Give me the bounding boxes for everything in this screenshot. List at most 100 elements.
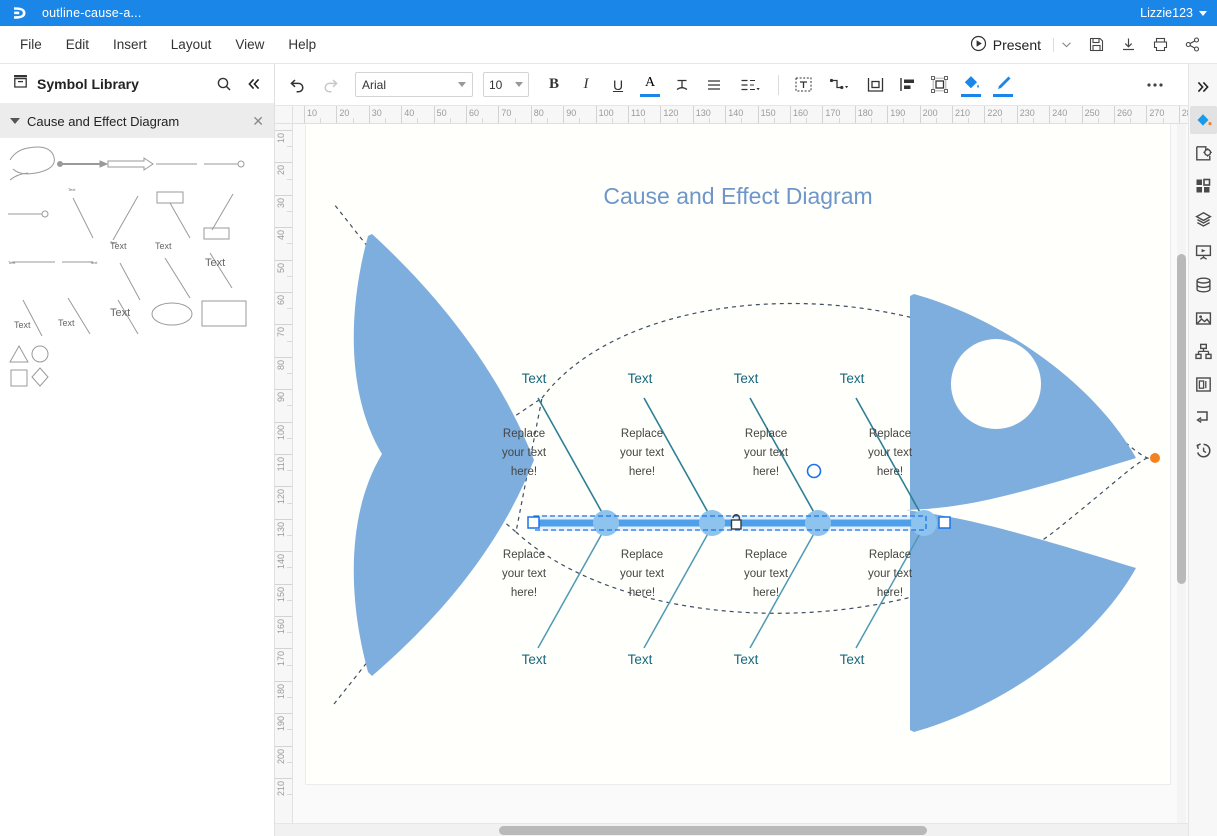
double-chevron-right-icon[interactable]	[1190, 73, 1217, 101]
grid-apps-icon[interactable]	[1190, 172, 1217, 200]
history-icon[interactable]	[1190, 436, 1217, 464]
font-family-select[interactable]: Arial	[355, 72, 473, 97]
lower-cause-3-line2[interactable]: your text	[744, 568, 789, 580]
upper-cause-1-line1[interactable]: Replace	[503, 428, 545, 440]
text-strikethrough-icon[interactable]	[667, 70, 697, 100]
lower-bone-label-4[interactable]: Text	[840, 652, 865, 667]
vertical-scroll-thumb[interactable]	[1177, 254, 1186, 584]
underline-button[interactable]: U	[603, 70, 633, 100]
more-horizontal-icon[interactable]	[1140, 70, 1170, 100]
font-size-select[interactable]: 10	[483, 72, 529, 97]
presentation-icon[interactable]	[1190, 238, 1217, 266]
align-icon[interactable]	[699, 70, 729, 100]
database-icon[interactable]	[1190, 271, 1217, 299]
menu-item-edit[interactable]: Edit	[54, 32, 101, 57]
menu-item-file[interactable]: File	[8, 32, 54, 57]
spine-joint-2[interactable]	[699, 510, 725, 536]
lower-cause-2-line3[interactable]: here!	[629, 587, 655, 599]
upper-cause-3-line1[interactable]: Replace	[745, 428, 787, 440]
upper-bone-label-4[interactable]: Text	[840, 371, 865, 386]
upper-cause-3-line2[interactable]: your text	[744, 447, 789, 459]
resize-handle-orange[interactable]	[1150, 453, 1160, 463]
share-icon[interactable]	[1177, 31, 1207, 59]
upper-cause-4-line3[interactable]: here!	[877, 466, 903, 478]
user-name[interactable]: Lizzie123	[1140, 6, 1193, 20]
upper-cause-3-line3[interactable]: here!	[753, 466, 779, 478]
lower-bone-label-1[interactable]: Text	[522, 652, 547, 667]
upper-cause-2-line1[interactable]: Replace	[621, 428, 663, 440]
anchor-point-circle[interactable]	[808, 465, 821, 478]
upper-bone-line-1[interactable]	[538, 398, 604, 516]
upper-bone-label-1[interactable]: Text	[522, 371, 547, 386]
upper-cause-1-line2[interactable]: your text	[502, 447, 547, 459]
diagram-page[interactable]: Cause and Effect Diagram	[306, 124, 1170, 784]
save-icon[interactable]	[1081, 31, 1111, 59]
align-objects-icon[interactable]	[892, 70, 922, 100]
canvas-area[interactable]: Cause and Effect Diagram	[293, 124, 1188, 823]
close-icon[interactable]: ✕	[252, 113, 264, 130]
spine-handle-left[interactable]	[528, 517, 539, 528]
library-shapes-grid[interactable]: Text Text Text Text Text Text Text Text …	[0, 138, 274, 836]
group-icon[interactable]	[924, 70, 954, 100]
line-spacing-icon[interactable]	[731, 70, 769, 100]
lower-cause-3-line3[interactable]: here!	[753, 587, 779, 599]
menu-item-insert[interactable]: Insert	[101, 32, 159, 57]
font-color-button[interactable]: A	[635, 70, 665, 100]
upper-cause-4-line2[interactable]: your text	[868, 447, 913, 459]
upper-cause-2-line2[interactable]: your text	[620, 447, 665, 459]
bold-button[interactable]: B	[539, 70, 569, 100]
line-pen-icon[interactable]	[988, 70, 1018, 100]
fill-style-icon[interactable]	[1190, 106, 1217, 134]
caret-down-icon[interactable]	[1199, 11, 1207, 16]
spine-joint-1[interactable]	[593, 510, 619, 536]
lower-cause-1-line2[interactable]: your text	[502, 568, 547, 580]
diagram-title[interactable]: Cause and Effect Diagram	[603, 183, 872, 209]
connector-icon[interactable]	[820, 70, 858, 100]
lower-cause-2-line2[interactable]: your text	[620, 568, 665, 580]
menu-item-layout[interactable]: Layout	[159, 32, 224, 57]
upper-cause-1-line3[interactable]: here!	[511, 466, 537, 478]
spine-handle-right[interactable]	[939, 517, 950, 528]
lower-cause-4-line1[interactable]: Replace	[869, 549, 911, 561]
edraw-logo-icon[interactable]	[10, 3, 30, 23]
lower-bones[interactable]	[538, 530, 922, 648]
image-icon[interactable]	[1190, 304, 1217, 332]
double-chevron-left-icon[interactable]	[246, 76, 262, 92]
fill-bucket-icon[interactable]	[956, 70, 986, 100]
lower-bone-label-3[interactable]: Text	[734, 652, 759, 667]
present-dropdown[interactable]	[1053, 38, 1079, 52]
spine-joint-3[interactable]	[805, 510, 831, 536]
library-category-cause-and-effect[interactable]: Cause and Effect Diagram ✕	[0, 104, 274, 138]
connector-style-icon[interactable]	[1190, 403, 1217, 431]
undo-icon[interactable]	[283, 70, 313, 100]
print-icon[interactable]	[1145, 31, 1175, 59]
lower-cause-4-line2[interactable]: your text	[868, 568, 913, 580]
menu-item-view[interactable]: View	[223, 32, 276, 57]
canvas-horizontal-scrollbar[interactable]	[275, 824, 1188, 836]
lower-cause-2-line1[interactable]: Replace	[621, 549, 663, 561]
menu-item-help[interactable]: Help	[276, 32, 328, 57]
spine-joint-4[interactable]	[911, 510, 937, 536]
lower-cause-3-line1[interactable]: Replace	[745, 549, 787, 561]
lower-cause-1-line1[interactable]: Replace	[503, 549, 545, 561]
redo-icon[interactable]	[315, 70, 345, 100]
vertical-ruler[interactable]: 1020304050607080901001101201301401501601…	[275, 124, 293, 823]
lower-cause-4-line3[interactable]: here!	[877, 587, 903, 599]
upper-cause-4-line1[interactable]: Replace	[869, 428, 911, 440]
upper-bone-label-3[interactable]: Text	[734, 371, 759, 386]
present-button[interactable]: Present	[964, 31, 1047, 59]
text-box-icon[interactable]	[788, 70, 818, 100]
lower-bone-label-2[interactable]: Text	[628, 652, 653, 667]
container-icon[interactable]	[860, 70, 890, 100]
lower-bone-line-1[interactable]	[538, 530, 604, 648]
horizontal-scroll-thumb[interactable]	[499, 826, 927, 835]
triangle-down-icon[interactable]	[10, 118, 20, 124]
upper-bones[interactable]	[538, 398, 922, 516]
shape-settings-icon[interactable]	[1190, 139, 1217, 167]
horizontal-ruler[interactable]: 1020304050607080901001101201301401501601…	[293, 106, 1188, 124]
search-icon[interactable]	[216, 76, 232, 92]
lower-cause-1-line3[interactable]: here!	[511, 587, 537, 599]
download-icon[interactable]	[1113, 31, 1143, 59]
italic-button[interactable]: I	[571, 70, 601, 100]
upper-bone-label-2[interactable]: Text	[628, 371, 653, 386]
